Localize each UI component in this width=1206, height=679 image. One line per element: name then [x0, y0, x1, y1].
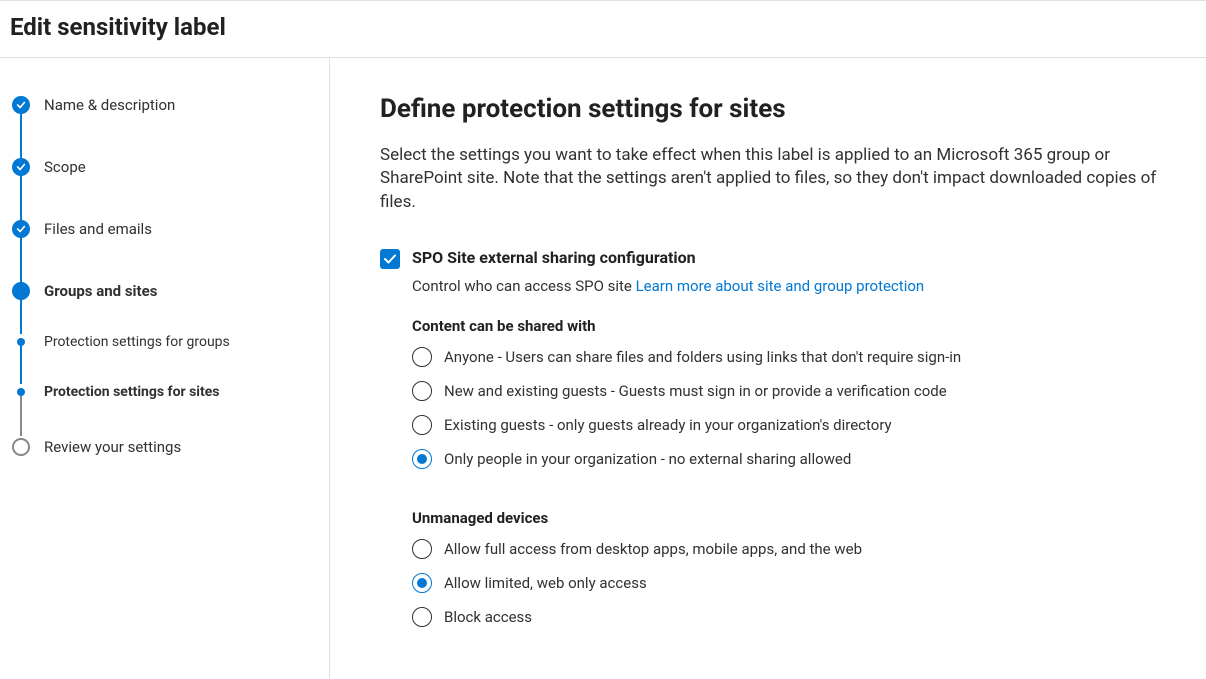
check-icon	[12, 96, 30, 114]
radio-label: Allow full access from desktop apps, mob…	[444, 540, 862, 558]
page-body: Name & description Scope Files and email…	[0, 58, 1206, 679]
radio-icon	[412, 415, 432, 435]
radio-icon	[412, 381, 432, 401]
devices-radio-group: Allow full access from desktop apps, mob…	[412, 539, 1168, 627]
devices-section-label: Unmanaged devices	[412, 509, 1168, 527]
wizard-step-label: Name & description	[44, 96, 175, 114]
future-step-icon	[12, 438, 30, 456]
check-icon	[12, 158, 30, 176]
radio-label: New and existing guests - Guests must si…	[444, 382, 947, 400]
wizard-step-review[interactable]: Review your settings	[10, 438, 319, 456]
sharing-option-existing-guests[interactable]: Existing guests - only guests already in…	[412, 415, 1168, 435]
section-heading: Define protection settings for sites	[380, 94, 1168, 124]
step-connector	[20, 106, 22, 160]
sub-step-dot-icon	[17, 338, 25, 346]
spo-sharing-checkbox-label: SPO Site external sharing configuration	[412, 248, 696, 269]
step-connector	[20, 230, 22, 284]
wizard-step-files-emails[interactable]: Files and emails	[10, 220, 319, 238]
step-connector	[20, 342, 22, 384]
radio-icon	[412, 607, 432, 627]
wizard-step-label: Groups and sites	[44, 282, 157, 300]
sharing-radio-group: Anyone - Users can share files and folde…	[412, 347, 1168, 469]
radio-icon	[412, 539, 432, 559]
step-connector	[20, 168, 22, 222]
learn-more-link[interactable]: Learn more about site and group protecti…	[636, 277, 925, 295]
wizard-step-scope[interactable]: Scope	[10, 158, 319, 176]
sharing-option-org-only[interactable]: Only people in your organization - no ex…	[412, 449, 1168, 469]
radio-icon	[412, 449, 432, 469]
wizard-step-list: Name & description Scope Files and email…	[10, 96, 319, 456]
radio-label: Existing guests - only guests already in…	[444, 416, 892, 434]
wizard-substep-protection-groups[interactable]: Protection settings for groups	[10, 334, 319, 350]
check-icon	[12, 220, 30, 238]
wizard-step-label: Scope	[44, 158, 86, 176]
radio-icon	[412, 573, 432, 593]
check-icon	[383, 252, 397, 266]
main-content: Define protection settings for sites Sel…	[330, 58, 1206, 679]
devices-option-full-access[interactable]: Allow full access from desktop apps, mob…	[412, 539, 1168, 559]
spo-sharing-checkbox[interactable]	[380, 249, 400, 269]
section-description: Select the settings you want to take eff…	[380, 144, 1160, 214]
wizard-substep-protection-sites[interactable]: Protection settings for sites	[10, 384, 319, 400]
wizard-step-label: Protection settings for sites	[44, 384, 219, 400]
devices-option-limited-web[interactable]: Allow limited, web only access	[412, 573, 1168, 593]
page-header: Edit sensitivity label	[0, 0, 1206, 58]
radio-icon	[412, 347, 432, 367]
spo-sharing-subtext: Control who can access SPO site Learn mo…	[412, 277, 1168, 295]
radio-label: Only people in your organization - no ex…	[444, 450, 851, 468]
radio-label: Block access	[444, 608, 532, 626]
wizard-step-name-description[interactable]: Name & description	[10, 96, 319, 114]
radio-label: Allow limited, web only access	[444, 574, 647, 592]
sharing-option-anyone[interactable]: Anyone - Users can share files and folde…	[412, 347, 1168, 367]
sub-step-dot-icon	[17, 388, 25, 396]
step-connector	[20, 392, 22, 436]
radio-label: Anyone - Users can share files and folde…	[444, 348, 961, 366]
wizard-nav: Name & description Scope Files and email…	[0, 58, 330, 679]
spo-sharing-checkbox-row: SPO Site external sharing configuration	[380, 248, 1168, 269]
wizard-step-groups-sites[interactable]: Groups and sites	[10, 282, 319, 300]
wizard-step-label: Protection settings for groups	[44, 334, 230, 350]
page-title: Edit sensitivity label	[10, 13, 1196, 41]
devices-option-block[interactable]: Block access	[412, 607, 1168, 627]
spo-sharing-subtext-text: Control who can access SPO site	[412, 277, 636, 295]
sharing-section-label: Content can be shared with	[412, 317, 1168, 335]
wizard-step-label: Files and emails	[44, 220, 152, 238]
sharing-option-new-existing-guests[interactable]: New and existing guests - Guests must si…	[412, 381, 1168, 401]
wizard-step-label: Review your settings	[44, 438, 181, 456]
current-step-icon	[12, 282, 30, 300]
